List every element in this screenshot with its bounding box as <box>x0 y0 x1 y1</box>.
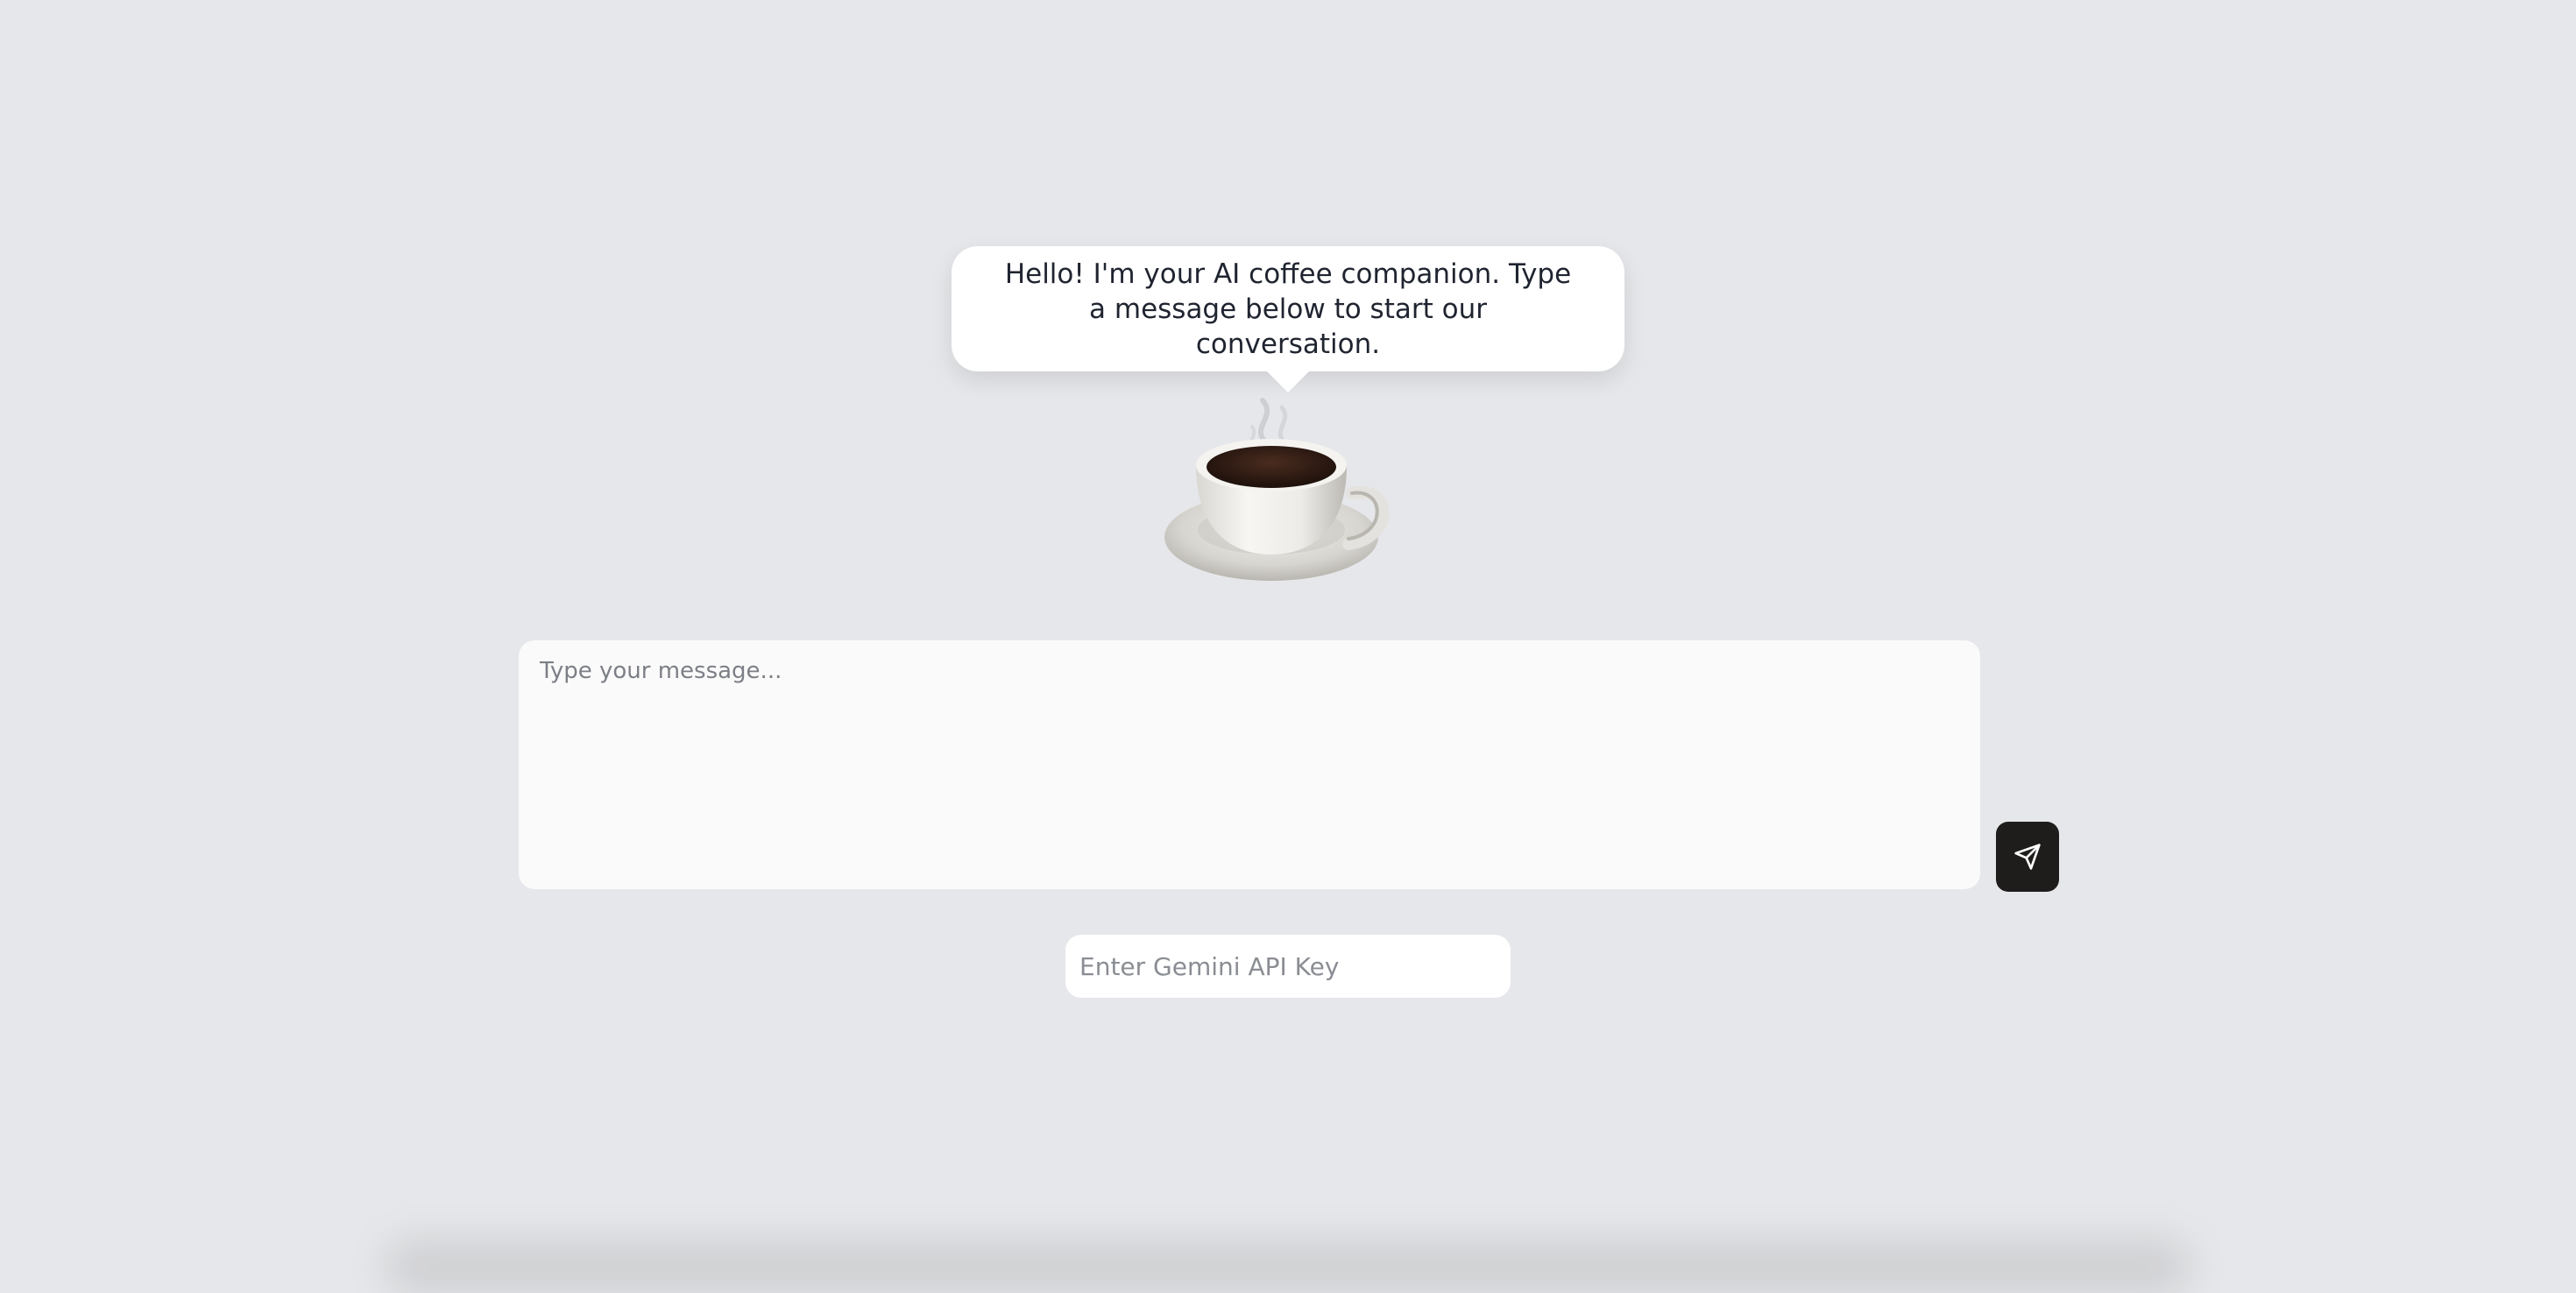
greeting-message: Hello! I'm your AI coffee companion. Typ… <box>1004 258 1572 360</box>
paper-plane-icon <box>2014 844 2041 870</box>
coffee-cup-icon <box>1164 398 1390 581</box>
coffee-surface <box>1207 446 1336 488</box>
send-button[interactable] <box>1996 822 2059 892</box>
message-input[interactable] <box>519 640 1980 889</box>
speech-bubble: Hello! I'm your AI coffee companion. Typ… <box>952 246 1624 392</box>
coffee-mascot <box>1161 390 1415 600</box>
page-bottom-shadow <box>386 1240 2190 1293</box>
api-key-input[interactable] <box>1065 935 1511 998</box>
